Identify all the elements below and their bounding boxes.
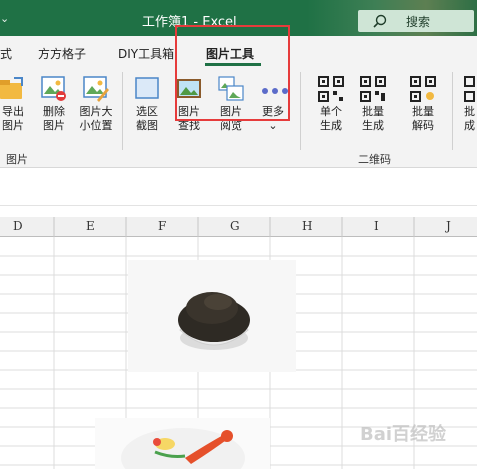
tea-leaves-image[interactable]: [128, 260, 296, 372]
ribbon-divider: [452, 72, 453, 150]
ribbon-divider: [122, 72, 123, 150]
button-label: 阅览: [220, 119, 242, 132]
column-header-dividers: [53, 217, 415, 237]
group-label-images: 图片: [6, 153, 28, 166]
group-label-qrcode: 二维码: [358, 153, 391, 166]
batch-decode-button[interactable]: 批量 解码: [408, 76, 438, 133]
button-label: 成: [464, 119, 475, 132]
single-generate-button[interactable]: 单个 生成: [316, 76, 346, 133]
delete-image-button[interactable]: 删除 图片: [38, 76, 70, 133]
formula-bar-area: [0, 168, 477, 206]
batch-generate-button[interactable]: 批量 生成: [358, 76, 388, 133]
quick-access-dropdown[interactable]: ⌄: [0, 12, 9, 25]
qr-code-partial-icon: [462, 76, 477, 102]
tab-diy-toolbox[interactable]: DIY工具箱: [118, 45, 174, 62]
qr-code-batch-icon: [360, 76, 386, 102]
selection-screenshot-button[interactable]: 选区 截图: [132, 76, 162, 133]
ribbon-divider: [300, 72, 301, 150]
export-folder-icon: [0, 76, 26, 102]
delete-image-icon: [41, 76, 67, 102]
search-label: 搜索: [406, 15, 431, 29]
image-size-position-button[interactable]: 图片大 小位置: [76, 76, 116, 133]
qr-code-icon: [318, 76, 344, 102]
button-label: 导出: [2, 105, 24, 118]
search-box[interactable]: 搜索: [358, 10, 474, 32]
export-image-button[interactable]: 导出 图片: [0, 76, 26, 133]
button-label: 生成: [320, 119, 342, 132]
button-label: 图片大: [79, 105, 113, 118]
button-label: 小位置: [79, 119, 113, 132]
button-label: 批量: [362, 105, 384, 118]
highlight-box: [175, 25, 290, 121]
button-label: 生成: [362, 119, 384, 132]
watermark: Bai百经验: [360, 424, 447, 445]
tab-formula[interactable]: 式: [0, 45, 12, 62]
image-size-icon: [83, 76, 109, 102]
button-label: 截图: [136, 119, 158, 132]
button-label: 图片: [43, 119, 65, 132]
chevron-down-icon: ⌄: [268, 119, 278, 132]
search-icon: [373, 14, 387, 28]
qr-decode-icon: [410, 76, 436, 102]
button-label: 删除: [43, 105, 65, 118]
button-label: 批量: [412, 105, 434, 118]
button-label: 单个: [320, 105, 342, 118]
button-label: 图片: [2, 119, 24, 132]
button-label: 批: [464, 105, 475, 118]
screenshot-icon: [134, 76, 160, 102]
batch-partial-button[interactable]: 批 成: [462, 76, 477, 133]
button-label: 查找: [178, 119, 200, 132]
button-label: 解码: [412, 119, 434, 132]
button-label: 选区: [136, 105, 158, 118]
food-image[interactable]: [95, 418, 270, 473]
tab-fangfanggezi[interactable]: 方方格子: [38, 45, 86, 62]
